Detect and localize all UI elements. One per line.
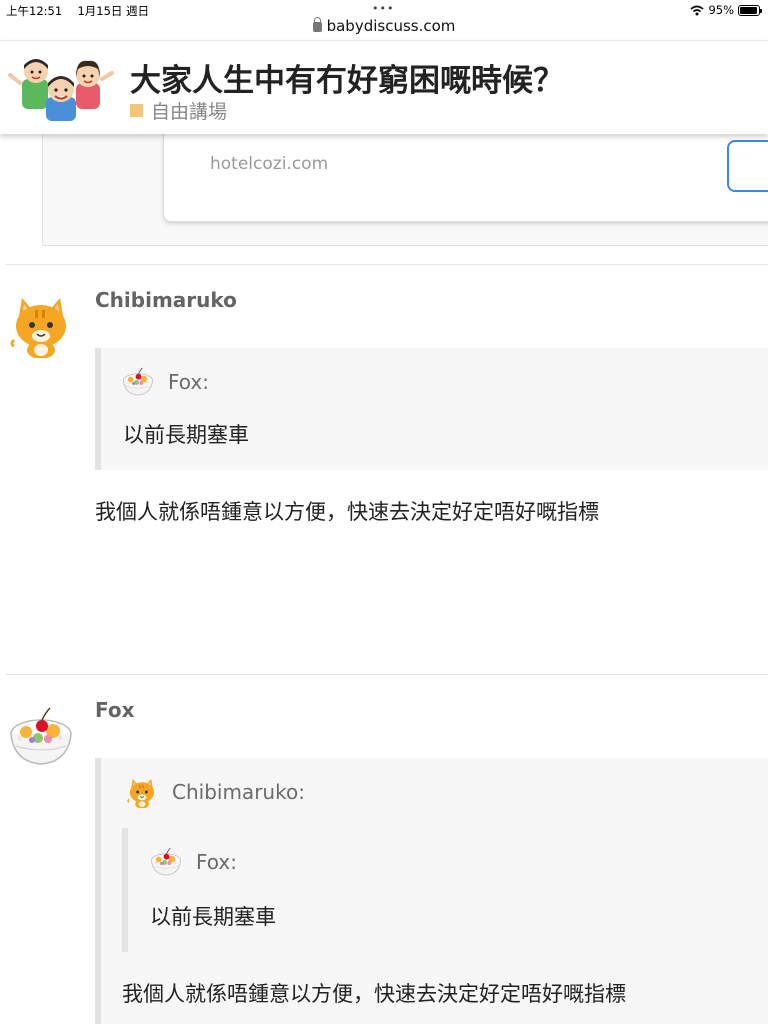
category-badge[interactable]: 自由講場 (130, 97, 227, 124)
onebox-domain[interactable]: hotelcozi.com (210, 154, 328, 174)
quote-text: 我個人就係唔鍾意以方便，快速去決定好定唔好嘅指標 (122, 982, 626, 1006)
blockquote: Chibimaruko: Fox: 以前長期塞車 我個人就係唔鍾意以方便，快速去… (95, 758, 768, 1024)
post-body: 我個人就係唔鍾意以方便，快速去決定好定唔好嘅指標 (95, 500, 599, 524)
topic-header: 大家人生中有冇好窮困嘅時候？ 自由講場 (0, 40, 768, 134)
status-indicators: 95% (690, 3, 762, 17)
topic-title[interactable]: 大家人生中有冇好窮困嘅時候？ (130, 55, 564, 100)
quote-author[interactable]: Fox: (168, 370, 209, 394)
site-logo[interactable] (6, 53, 116, 121)
quote-text: 以前長期塞車 (123, 423, 249, 447)
quote-header: Fox: (122, 366, 209, 398)
category-name: 自由講場 (151, 101, 228, 123)
dessert-bowl-avatar[interactable] (8, 704, 74, 770)
post-chibimaruko: Chibimaruko Fox: 以前長期塞車 我個人就係唔鍾意以方便，快速去決… (0, 264, 768, 674)
category-color-swatch (130, 104, 143, 117)
url-text: babydiscuss.com (326, 17, 456, 35)
nested-blockquote: Fox: 以前長期塞車 (122, 828, 768, 952)
orange-cat-avatar[interactable] (8, 292, 74, 358)
post-fox: Fox Chibimaruko: Fox: 以前長期塞車 我個人就係唔鍾意以方便… (0, 674, 768, 1024)
post-username[interactable]: Chibimaruko (95, 288, 237, 312)
quote-text: 以前長期塞車 (150, 905, 276, 929)
onebox-card[interactable]: hotelcozi.com (163, 134, 768, 222)
battery-percent: 95% (708, 3, 734, 17)
dessert-bowl-avatar (150, 846, 182, 878)
battery-fill (740, 6, 758, 14)
quote-author[interactable]: Chibimaruko: (172, 780, 305, 804)
quote-header: Fox: (150, 846, 237, 878)
blockquote: Fox: 以前長期塞車 (95, 348, 768, 470)
dessert-bowl-avatar (122, 366, 154, 398)
status-date: 1月15日 週日 (77, 4, 150, 18)
lock-icon (312, 17, 322, 32)
post-username[interactable]: Fox (95, 698, 135, 722)
multitasking-dots[interactable]: ••• (372, 2, 394, 15)
status-time: 上午12:51 (6, 4, 63, 18)
url-bar[interactable]: babydiscuss.com (0, 17, 768, 39)
battery-icon (738, 4, 762, 16)
onebox-button[interactable] (727, 140, 768, 192)
orange-cat-avatar (126, 776, 158, 808)
quote-author[interactable]: Fox: (196, 850, 237, 874)
wifi-icon (690, 5, 704, 15)
quote-header: Chibimaruko: (126, 776, 305, 808)
